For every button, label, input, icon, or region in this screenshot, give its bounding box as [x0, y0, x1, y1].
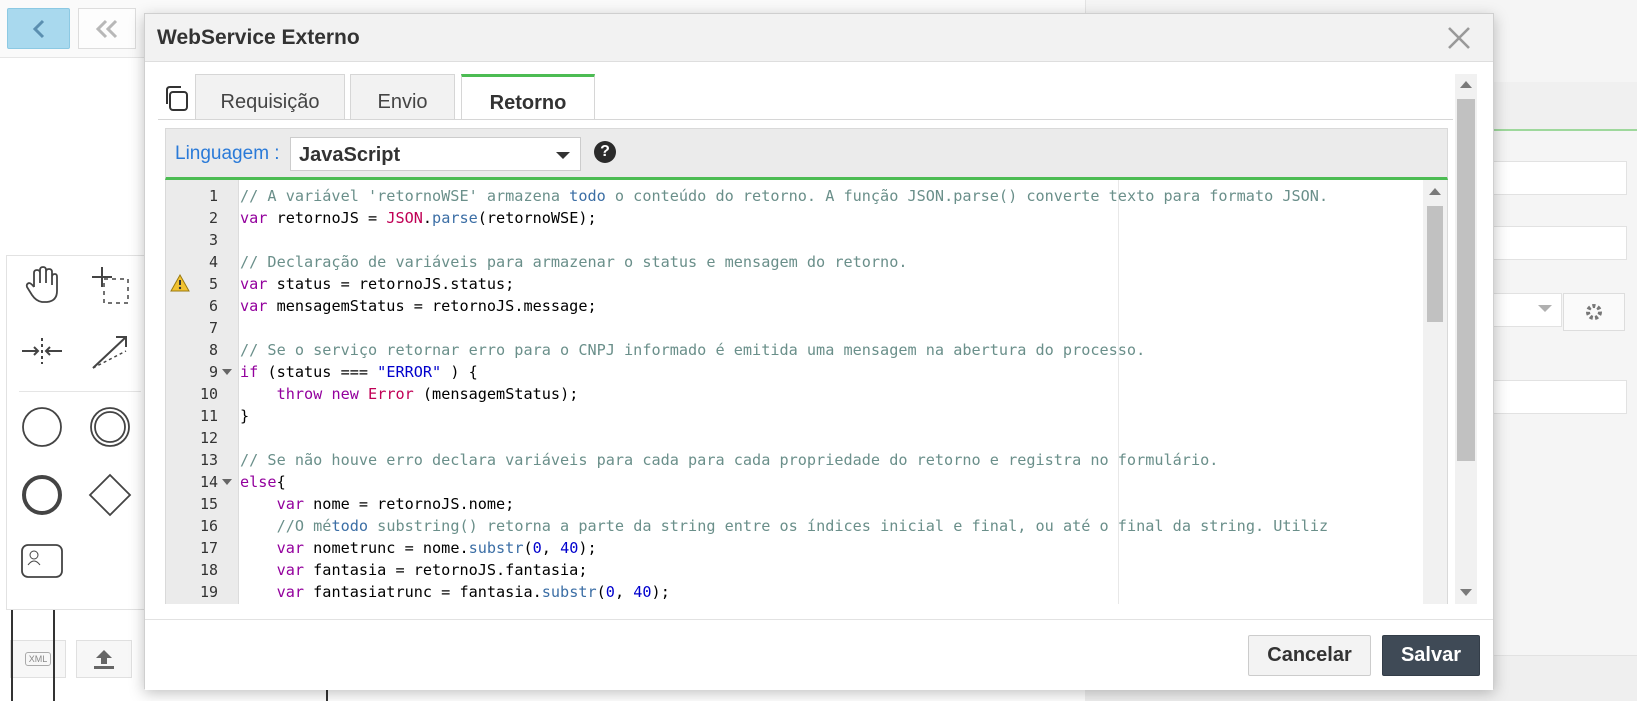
dialog-header: WebService Externo [145, 14, 1493, 62]
code-line: var retornoJS = JSON.parse(retornoWSE); [240, 209, 597, 227]
space-tool-icon[interactable] [17, 326, 67, 376]
property-field[interactable] [1490, 226, 1627, 260]
line-number: 10 [199, 385, 218, 403]
canvas-connector [53, 610, 55, 701]
editor-code-area[interactable]: // A variável 'retornoWSE' armazena todo… [240, 180, 1420, 604]
intermediate-event-icon[interactable] [85, 402, 135, 452]
line-number: 5 [208, 275, 218, 293]
code-line: // A variável 'retornoWSE' armazena todo… [240, 187, 1329, 205]
code-line: // Se o serviço retornar erro para o CNP… [240, 341, 1146, 359]
chevron-down-icon [1538, 305, 1552, 312]
code-line: var fantasiatrunc = fantasia.substr(0, 4… [276, 583, 670, 601]
scrollbar-thumb[interactable] [1457, 99, 1475, 461]
line-number: 16 [199, 517, 218, 535]
line-number: 14 [199, 473, 218, 491]
line-number: 4 [208, 253, 218, 271]
code-line: var nome = retornoJS.nome; [276, 495, 515, 513]
cancel-button[interactable]: Cancelar [1248, 635, 1371, 676]
scroll-up-icon[interactable] [1429, 188, 1441, 195]
canvas-connector [11, 610, 13, 701]
chevron-left-icon [32, 19, 44, 38]
line-number: 3 [208, 231, 218, 249]
property-field[interactable] [1490, 380, 1627, 414]
language-bar: Linguagem : JavaScript ? [165, 128, 1448, 180]
code-line: throw new Error (mensagemStatus); [276, 385, 579, 403]
line-number: 1 [208, 187, 218, 205]
line-number: 7 [208, 319, 218, 337]
connect-tool-icon[interactable] [85, 326, 135, 376]
bottom-toolbar: XML [6, 638, 146, 680]
code-line: else{ [240, 473, 286, 491]
fold-toggle-icon[interactable] [222, 479, 232, 485]
code-line: var status = retornoJS.status; [240, 275, 515, 293]
properties-panel-accent [1490, 129, 1637, 131]
double-chevron-left-icon [95, 19, 118, 38]
line-number: 13 [199, 451, 218, 469]
line-number: 18 [199, 561, 218, 579]
chevron-down-icon [556, 152, 570, 159]
line-number: 15 [199, 495, 218, 513]
settings-button[interactable] [1563, 293, 1625, 331]
line-number: 2 [208, 209, 218, 227]
lasso-tool-icon[interactable] [85, 260, 135, 310]
code-line: // Declaração de variáveis para armazena… [240, 253, 908, 271]
scroll-down-icon[interactable] [1460, 589, 1472, 596]
start-event-icon[interactable] [17, 402, 67, 452]
save-button[interactable]: Salvar [1382, 635, 1480, 676]
end-event-icon[interactable] [17, 470, 67, 520]
code-line: var ... = retornoJS... [240, 603, 1420, 604]
code-line: } [240, 407, 250, 425]
property-field[interactable] [1490, 161, 1627, 195]
code-line: var fantasia = retornoJS.fantasia; [276, 561, 588, 579]
xml-export-button[interactable]: XML [10, 640, 66, 678]
line-number: 19 [199, 583, 218, 601]
close-icon[interactable] [1445, 24, 1473, 52]
code-line: var mensagemStatus = retornoJS.message; [240, 297, 597, 315]
code-line: var nometrunc = nome.substr(0, 40); [276, 539, 597, 557]
language-select[interactable]: JavaScript [290, 137, 581, 171]
fold-toggle-icon[interactable] [222, 369, 232, 375]
help-icon[interactable]: ? [594, 141, 616, 163]
code-line: if (status === "ERROR" ) { [240, 363, 478, 381]
line-number: 12 [199, 429, 218, 447]
gateway-icon[interactable] [85, 470, 135, 520]
scrollbar-thumb[interactable] [1427, 206, 1443, 322]
language-value: JavaScript [299, 144, 401, 166]
copy-icon[interactable] [163, 84, 189, 112]
tool-palette [6, 255, 146, 610]
hand-tool-icon[interactable] [17, 260, 67, 310]
tab-retorno[interactable]: Retorno [461, 74, 595, 120]
upload-button[interactable] [76, 640, 132, 678]
scroll-up-icon[interactable] [1460, 81, 1472, 88]
tabs-divider [158, 119, 1453, 120]
line-number: 6 [208, 297, 218, 315]
gear-icon [1586, 304, 1602, 320]
xml-icon: XML [24, 652, 52, 666]
collapse-button[interactable] [78, 8, 136, 49]
line-number: 11 [199, 407, 218, 425]
code-line: // Se não houve erro declara variáveis p… [240, 451, 1219, 469]
line-number: 8 [208, 341, 218, 359]
language-label: Linguagem : [175, 143, 280, 164]
upload-icon [94, 650, 114, 669]
webservice-dialog: WebService Externo Requisição Envio Reto… [144, 13, 1494, 690]
palette-separator [19, 391, 141, 392]
editor-gutter: 1234567891011121314151617181920 [166, 180, 239, 604]
editor-scrollbar[interactable] [1423, 180, 1447, 604]
dialog-footer: Cancelar Salvar [145, 619, 1493, 690]
user-task-icon[interactable] [17, 536, 67, 586]
tab-requisicao[interactable]: Requisição [195, 74, 345, 120]
line-number: 20 [166, 603, 218, 604]
tab-envio[interactable]: Envio [350, 74, 455, 120]
code-line: //O método substring() retorna a parte d… [276, 517, 1329, 535]
back-button[interactable] [7, 8, 70, 49]
line-number: 9 [208, 363, 218, 381]
line-number: 17 [199, 539, 218, 557]
code-editor[interactable]: 1234567891011121314151617181920 // A var… [165, 180, 1448, 604]
dialog-scrollbar[interactable] [1455, 74, 1477, 604]
dialog-title: WebService Externo [157, 26, 360, 49]
